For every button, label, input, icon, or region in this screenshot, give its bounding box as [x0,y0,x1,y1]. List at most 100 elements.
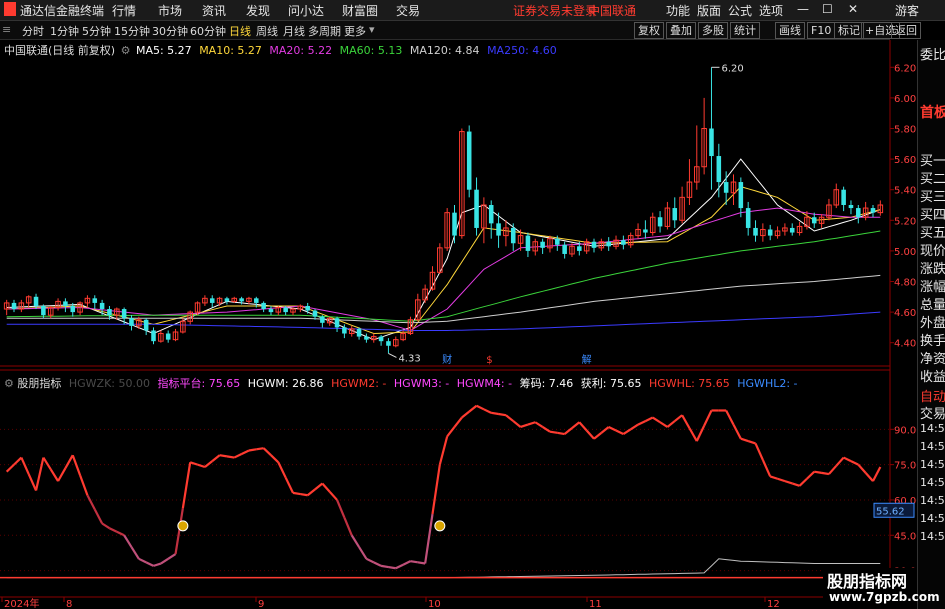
hgwhl-segment [666,420,676,428]
candle-body [283,307,288,313]
hgwhl-segment [167,553,177,560]
hgwhl-segment [608,425,617,432]
hgwhl-segment [461,410,470,419]
candle-body [261,302,266,310]
hgwhl-segment [659,421,669,428]
hgwhl-segment [248,448,257,452]
candle-body [540,241,545,248]
chart-canvas: 4.40 4.60 4.80 5.00 5.20 5.40 5.60 5.80 6.00 6.20… [0,40,923,609]
hgwhl-segment [13,456,23,466]
candle-body [525,235,531,251]
hgwhl-segment [761,459,772,477]
panel-time-5: 14:56 [920,512,945,525]
watermark-line1: 股朋指标网 [827,572,908,591]
hgwhl-segment [380,564,389,569]
panel-buy1: 买一 [920,154,945,169]
hgwhl-segment [71,454,82,476]
panel-time-0: 14:56 [920,422,945,435]
hgwhl-segment [343,517,353,536]
candle-body [474,189,479,228]
candle-body [577,246,582,251]
hgwhl-segment [86,494,96,510]
panel-buy5: 买五 [920,226,945,241]
candle-body [488,205,494,224]
candle-body [129,318,134,326]
hgwhl-segment [835,456,845,467]
hgwhl-segment [850,460,859,466]
hgwhl-segment [828,465,838,475]
candle-body [165,333,171,340]
hgwhl-segment [446,426,456,438]
hgwhl-segment [549,430,558,434]
hgwhl-segment [402,560,411,566]
hgwhl-segment [388,565,396,570]
hgwhl-segment [358,546,368,560]
hgwhl-segment [438,436,449,465]
hgwhl-segment [630,423,639,431]
high-price-label: 6.20 [721,63,743,74]
hgwhl-segment [652,416,661,424]
candles[interactable] [3,67,884,354]
panel-time-2: 14:56 [920,458,945,471]
annotations: 6.20 4.33 财 $ 解 [388,63,744,366]
hgwhl-segment [681,414,691,429]
hgwhl-segment [256,447,264,451]
hgwhl-segment [153,562,162,567]
hgwhl-segment [821,471,830,476]
panel-first-board[interactable]: 首板 [920,102,945,122]
candle-body [452,212,457,236]
candle-body [342,327,347,334]
hgwhl-segment [674,414,683,422]
hgwhl-segment [798,477,808,487]
low-marker-line [388,352,397,358]
candle-body [312,310,318,317]
price-tick-label: 4.80 [894,278,916,289]
hgwhl-segment [777,477,786,483]
indicator-grid [0,369,890,572]
candle-body [254,298,259,303]
price-tick-label: 5.20 [894,216,916,227]
hgwhl-segment [20,457,30,475]
panel-time-1: 14:56 [920,440,945,453]
hgwhl-segment [557,431,565,436]
hgwhl-segment [864,472,874,482]
hgwhl-segment [424,513,434,564]
signal-bag-icon [177,520,189,532]
panel-price: 现价 [920,244,945,259]
hgwhl-segment [644,416,654,423]
panel-trade[interactable]: 交易 [920,403,945,422]
hgwhl-segment [49,468,59,482]
candle-body [591,241,597,248]
hgwm-line [6,558,881,579]
hgwhl-segment [204,460,213,468]
ma-lines [6,158,881,341]
hgwhl-segment [791,482,800,487]
hgwhl-segment [314,482,324,491]
price-tick-label: 6.20 [894,63,916,74]
watermark: 股朋指标网 www.7gpzb.com [823,568,940,609]
candle-body [856,208,861,218]
date-label: 12 [767,599,780,609]
hgwhl-segment [219,454,228,458]
hgwhl-segment [769,475,778,480]
hgwhl-segment [703,410,713,427]
candle-body [767,229,773,236]
hgwhl-segment [321,482,331,493]
hgwhl-segment [468,404,478,413]
date-label: 2024年 [4,597,39,609]
candle-body [151,330,156,342]
hgwhl-segment [328,490,338,501]
candle-body [378,336,384,342]
panel-weibi[interactable]: 委比 [920,44,945,63]
hgwhl-segment [417,561,426,565]
hgwhl-segment [637,420,646,426]
panel-pct: 涨幅 [920,280,945,295]
hgwhl-segment [527,421,536,426]
hgwhl-segment [491,411,499,416]
hgwhl-segment [615,429,624,436]
candle-body [121,309,127,319]
price-tick-label: 4.60 [894,308,916,319]
hgwhl-segment [197,463,206,469]
hgwhl-segment [695,425,706,442]
panel-time-4: 14:56 [920,494,945,507]
